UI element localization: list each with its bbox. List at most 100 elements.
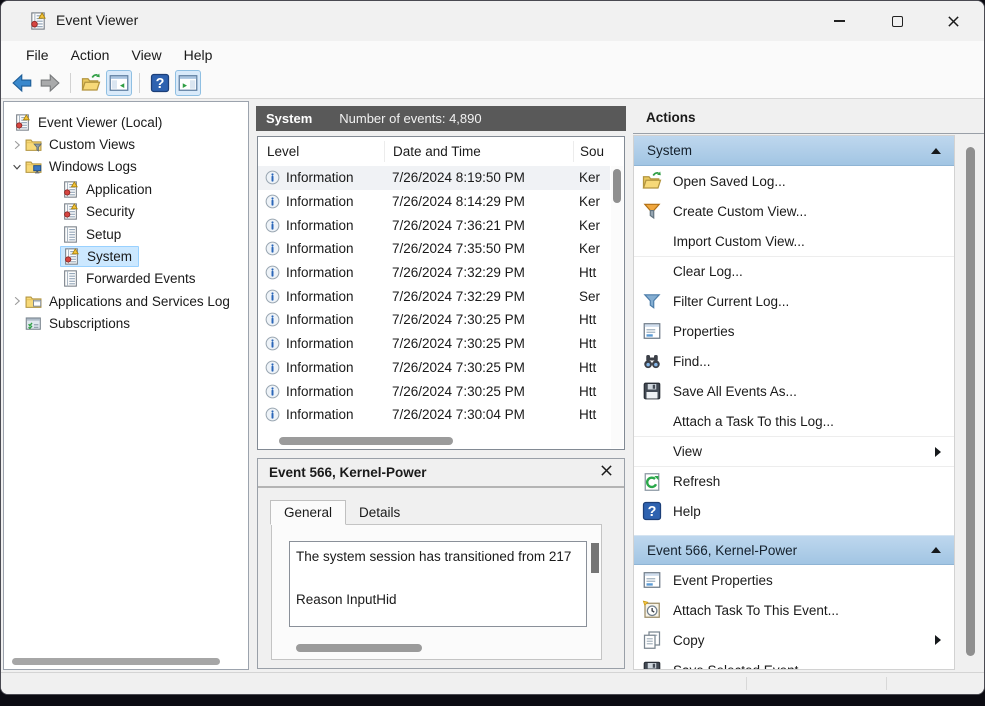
action-refresh[interactable]: Refresh: [634, 466, 954, 496]
event-message-line1: The system session has transitioned from…: [296, 549, 572, 564]
tree-horizontal-scrollbar[interactable]: [12, 658, 220, 665]
level-cell: Information: [286, 170, 354, 186]
tree-item-applications-services-logs[interactable]: Applications and Services Log: [4, 290, 248, 312]
event-message-box[interactable]: The system session has transitioned from…: [289, 541, 587, 627]
tree-item-forwarded-events[interactable]: Forwarded Events: [4, 268, 248, 290]
help-button[interactable]: [147, 70, 173, 96]
tree-item-setup[interactable]: Setup: [4, 223, 248, 245]
tree-item-custom-views[interactable]: Custom Views: [4, 133, 248, 155]
tab-general[interactable]: General: [270, 500, 347, 525]
level-cell: Information: [286, 336, 354, 352]
information-icon: [265, 312, 280, 327]
action-attach-task-to-event[interactable]: Attach Task To This Event...: [634, 595, 954, 625]
menu-view[interactable]: View: [120, 44, 172, 66]
information-icon: [265, 194, 280, 209]
submenu-arrow-icon: [935, 446, 941, 457]
action-view[interactable]: View: [634, 436, 954, 466]
level-cell: Information: [286, 383, 354, 399]
menu-help[interactable]: Help: [173, 44, 224, 66]
column-date-time[interactable]: Date and Time: [384, 141, 573, 162]
table-row[interactable]: Information 7/26/2024 7:30:25 PM Htt: [258, 308, 610, 332]
open-saved-log-button[interactable]: [78, 70, 104, 96]
action-label: Open Saved Log...: [673, 173, 786, 189]
action-filter-current-log[interactable]: Filter Current Log...: [634, 286, 954, 316]
action-find[interactable]: Find...: [634, 346, 954, 376]
table-row[interactable]: Information 7/26/2024 8:14:29 PM Ker: [258, 190, 610, 214]
tree-item-security[interactable]: Security: [4, 201, 248, 223]
show-action-pane-button[interactable]: [175, 70, 201, 96]
column-source[interactable]: Sou: [573, 141, 624, 162]
event-detail-pane: Event 566, Kernel-Power General Details …: [257, 458, 625, 669]
collapse-icon[interactable]: [931, 547, 941, 553]
actions-section-event[interactable]: Event 566, Kernel-Power: [634, 535, 954, 565]
back-button[interactable]: [9, 70, 35, 96]
minimize-button[interactable]: [823, 6, 855, 36]
event-viewer-app-icon: [29, 12, 47, 30]
action-attach-task-to-log[interactable]: Attach a Task To this Log...: [634, 406, 954, 436]
information-icon: [265, 265, 280, 280]
action-import-custom-view[interactable]: Import Custom View...: [634, 226, 954, 256]
action-clear-log[interactable]: Clear Log...: [634, 256, 954, 286]
table-row[interactable]: Information 7/26/2024 7:30:04 PM Htt: [258, 403, 610, 427]
tab-details[interactable]: Details: [346, 501, 413, 524]
table-row[interactable]: Information 7/26/2024 8:19:50 PM Ker: [258, 166, 610, 190]
table-row[interactable]: Information 7/26/2024 7:32:29 PM Ser: [258, 284, 610, 308]
table-row[interactable]: Information 7/26/2024 7:32:29 PM Htt: [258, 261, 610, 285]
event-viewer-window: Event Viewer File Action View Help Event…: [0, 0, 985, 695]
column-header-row: Level Date and Time Sou: [258, 137, 624, 166]
action-help[interactable]: Help: [634, 496, 954, 526]
datetime-cell: 7/26/2024 7:30:25 PM: [392, 359, 525, 375]
action-open-saved-log[interactable]: Open Saved Log...: [634, 166, 954, 196]
events-vertical-scrollbar[interactable]: [611, 166, 623, 448]
tree-item-application[interactable]: Application: [4, 178, 248, 200]
tree-item-windows-logs[interactable]: Windows Logs: [4, 156, 248, 178]
action-save-selected-event[interactable]: Save Selected Event...: [634, 655, 954, 669]
close-button[interactable]: [937, 6, 969, 36]
action-label: Filter Current Log...: [673, 293, 790, 309]
tree-item-subscriptions[interactable]: Subscriptions: [4, 313, 248, 335]
scrollbar-thumb[interactable]: [966, 147, 975, 656]
chevron-right-icon[interactable]: [9, 293, 25, 309]
action-properties[interactable]: Properties: [634, 316, 954, 346]
subscriptions-icon: [25, 315, 42, 332]
action-label: Create Custom View...: [673, 203, 808, 219]
table-row[interactable]: Information 7/26/2024 7:30:25 PM Htt: [258, 379, 610, 403]
section-header-label: System: [647, 143, 693, 158]
action-copy[interactable]: Copy: [634, 625, 954, 655]
actions-section-system[interactable]: System: [634, 136, 954, 166]
action-create-custom-view[interactable]: Create Custom View...: [634, 196, 954, 226]
detail-vertical-scrollbar[interactable]: [591, 543, 599, 573]
tree-item-system[interactable]: System: [4, 245, 248, 268]
menu-action[interactable]: Action: [60, 44, 121, 66]
event-log-icon: [62, 203, 79, 220]
menu-file[interactable]: File: [15, 44, 60, 66]
events-count: Number of events: 4,890: [339, 111, 482, 126]
level-cell: Information: [286, 217, 354, 233]
collapse-icon[interactable]: [931, 147, 941, 154]
actions-vertical-scrollbar[interactable]: [962, 137, 978, 668]
detail-horizontal-scrollbar[interactable]: [296, 644, 422, 652]
show-console-tree-button[interactable]: [106, 70, 132, 96]
action-event-properties[interactable]: Event Properties: [634, 565, 954, 595]
table-row[interactable]: Information 7/26/2024 7:30:25 PM Htt: [258, 356, 610, 380]
tree-item-event-viewer-local[interactable]: Event Viewer (Local): [4, 111, 248, 133]
source-cell: Htt: [579, 407, 597, 423]
close-detail-button[interactable]: [600, 464, 613, 482]
maximize-icon: [891, 15, 903, 27]
forward-button[interactable]: [37, 70, 63, 96]
tree-item-label: Security: [86, 204, 135, 220]
maximize-button[interactable]: [881, 6, 913, 36]
table-row[interactable]: Information 7/26/2024 7:30:25 PM Htt: [258, 332, 610, 356]
action-label: Help: [673, 503, 701, 519]
events-horizontal-scrollbar[interactable]: [279, 437, 453, 445]
task-clock-icon: [642, 600, 662, 620]
information-icon: [265, 170, 280, 185]
table-row[interactable]: Information 7/26/2024 7:36:21 PM Ker: [258, 213, 610, 237]
event-log-icon: [63, 248, 80, 265]
action-save-all-events-as[interactable]: Save All Events As...: [634, 376, 954, 406]
scrollbar-thumb[interactable]: [613, 169, 621, 203]
column-level[interactable]: Level: [258, 144, 384, 159]
chevron-right-icon[interactable]: [9, 137, 25, 153]
table-row[interactable]: Information 7/26/2024 7:35:50 PM Ker: [258, 237, 610, 261]
chevron-down-icon[interactable]: [9, 159, 25, 175]
